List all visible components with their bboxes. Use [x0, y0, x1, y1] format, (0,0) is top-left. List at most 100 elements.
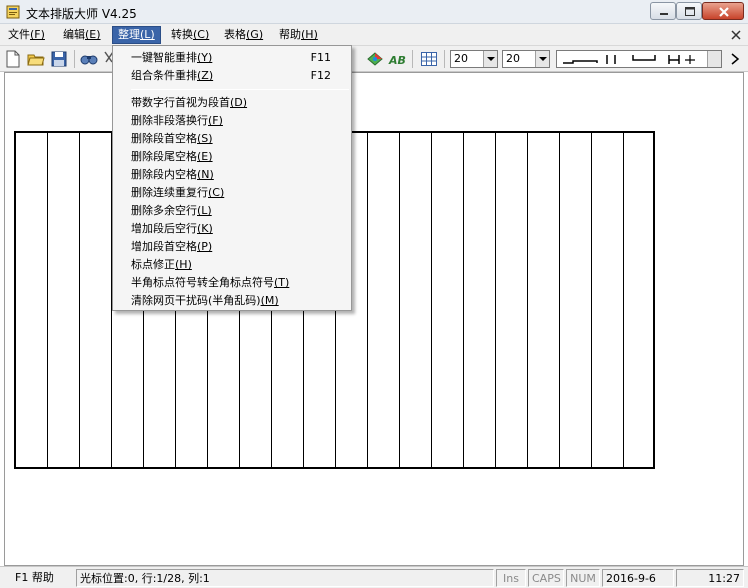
font-size-combo-1[interactable]: 20 [450, 50, 498, 68]
toolbar-separator [412, 50, 413, 68]
table-grid-icon[interactable] [420, 50, 438, 68]
title-bar: 文本排版大师 V4.25 [0, 0, 748, 24]
font-size-1-value: 20 [454, 52, 468, 65]
menu-item-label: 删除段首空格 [131, 132, 197, 145]
menu-item-shortcut: F11 [310, 51, 331, 64]
window-title: 文本排版大师 V4.25 [26, 7, 137, 21]
menu-item-key: (N) [197, 168, 214, 181]
grid-column-line [495, 133, 496, 467]
menu-organize[interactable]: 整理(L) [112, 26, 161, 44]
menu-item-label: 带数字行首视为段首 [131, 96, 230, 109]
text-style-icon[interactable]: AB [388, 50, 406, 68]
toolbar-separator [74, 50, 75, 68]
menu-item-delete-leading-space[interactable]: 删除段首空格(S) [113, 130, 351, 148]
font-size-2-value: 20 [506, 52, 520, 65]
menu-separator [131, 89, 349, 90]
menu-item-label: 删除段尾空格 [131, 150, 197, 163]
menu-table-label: 表格 [224, 28, 246, 41]
maximize-button[interactable] [676, 2, 702, 20]
menu-item-key: (Y) [197, 51, 213, 64]
menu-item-delete-trailing-space[interactable]: 删除段尾空格(E) [113, 148, 351, 166]
grid-column-line [431, 133, 432, 467]
grid-column-line [47, 133, 48, 467]
status-help: F1 帮助 [15, 571, 54, 584]
menu-item-key: (K) [197, 222, 213, 235]
menu-item-number-paragraph[interactable]: 带数字行首视为段首(D) [113, 94, 351, 112]
menu-organize-key: (L) [140, 28, 155, 41]
maximize-icon [685, 7, 695, 16]
toolbar-separator [444, 50, 445, 68]
menu-item-add-blank-after-paragraph[interactable]: 增加段后空行(K) [113, 220, 351, 238]
menu-bar: 文件(F) 编辑(E) 整理(L) 转换(C) 表格(G) 帮助(H) [0, 24, 748, 46]
status-num: NUM [566, 569, 600, 587]
menu-item-clear-web-garbage[interactable]: 清除网页干扰码(半角乱码)(M) [113, 292, 351, 310]
save-icon[interactable] [50, 50, 68, 68]
status-cursor-position: 光标位置:0, 行:1/28, 列:1 [76, 569, 494, 587]
menu-convert-key: (C) [193, 28, 210, 41]
menu-file[interactable]: 文件(F) [3, 26, 50, 44]
font-size-combo-2[interactable]: 20 [502, 50, 550, 68]
scroll-right-icon[interactable] [728, 52, 742, 66]
menu-item-key: (Z) [197, 69, 214, 82]
find-icon[interactable] [80, 50, 98, 68]
menu-item-delete-extra-blank-lines[interactable]: 删除多余空行(L) [113, 202, 351, 220]
open-folder-icon[interactable] [27, 50, 45, 68]
close-icon [719, 7, 729, 17]
menu-item-label: 增加段首空格 [131, 240, 197, 253]
chevron-down-icon[interactable] [483, 51, 497, 67]
menu-item-label: 半角标点符号转全角标点符号 [131, 276, 274, 289]
status-caps: CAPS [528, 569, 564, 587]
mdi-close-icon[interactable] [728, 28, 744, 42]
menu-item-combo-reflow[interactable]: 组合条件重排(Z) F12 [113, 67, 351, 85]
organize-menu-dropdown: 一键智能重排(Y) F11 组合条件重排(Z) F12 带数字行首视为段首(D)… [112, 45, 352, 311]
menu-item-halfwidth-to-fullwidth[interactable]: 半角标点符号转全角标点符号(T) [113, 274, 351, 292]
menu-item-key: (D) [230, 96, 248, 109]
grid-column-line [79, 133, 80, 467]
svg-text:AB: AB [388, 54, 406, 67]
line-style-picker[interactable] [556, 50, 722, 68]
menu-file-key: (F) [30, 28, 45, 41]
minimize-icon [660, 13, 668, 15]
close-button[interactable] [702, 2, 744, 20]
palette-icon[interactable] [366, 50, 384, 68]
menu-item-key: (T) [274, 276, 290, 289]
menu-item-label: 一键智能重排 [131, 51, 197, 64]
menu-item-label: 清除网页干扰码(半角乱码) [131, 294, 261, 307]
minimize-button[interactable] [650, 2, 676, 20]
menu-help-label: 帮助 [279, 28, 301, 41]
menu-edit-key: (E) [85, 28, 101, 41]
menu-item-key: (P) [197, 240, 213, 253]
menu-item-key: (S) [197, 132, 213, 145]
chevron-down-icon[interactable] [535, 51, 549, 67]
menu-convert[interactable]: 转换(C) [166, 26, 214, 44]
menu-item-label: 删除连续重复行 [131, 186, 208, 199]
menu-organize-label: 整理 [118, 28, 140, 41]
menu-item-label: 组合条件重排 [131, 69, 197, 82]
menu-convert-label: 转换 [171, 28, 193, 41]
new-file-icon[interactable] [4, 50, 22, 68]
menu-item-delete-inner-space[interactable]: 删除段内空格(N) [113, 166, 351, 184]
grid-column-line [623, 133, 624, 467]
line-style-icon [563, 55, 695, 64]
menu-item-key: (E) [197, 150, 213, 163]
chevron-down-icon[interactable] [707, 51, 721, 67]
menu-edit[interactable]: 编辑(E) [58, 26, 106, 44]
menu-item-fix-punctuation[interactable]: 标点修正(H) [113, 256, 351, 274]
menu-item-label: 删除非段落换行 [131, 114, 208, 127]
menu-table-key: (G) [246, 28, 264, 41]
menu-item-smart-reflow[interactable]: 一键智能重排(Y) F11 [113, 49, 351, 67]
menu-item-add-leading-space[interactable]: 增加段首空格(P) [113, 238, 351, 256]
menu-help[interactable]: 帮助(H) [274, 26, 323, 44]
menu-help-key: (H) [301, 28, 318, 41]
menu-file-label: 文件 [8, 28, 30, 41]
menu-item-delete-duplicate-lines[interactable]: 删除连续重复行(C) [113, 184, 351, 202]
menu-item-key: (H) [175, 258, 192, 271]
menu-item-label: 删除多余空行 [131, 204, 197, 217]
grid-column-line [463, 133, 464, 467]
menu-table[interactable]: 表格(G) [219, 26, 268, 44]
menu-item-key: (M) [260, 294, 279, 307]
menu-item-delete-nonparagraph-break[interactable]: 删除非段落换行(F) [113, 112, 351, 130]
status-time: 11:27 [676, 569, 744, 587]
grid-column-line [367, 133, 368, 467]
menu-item-key: (C) [208, 186, 225, 199]
